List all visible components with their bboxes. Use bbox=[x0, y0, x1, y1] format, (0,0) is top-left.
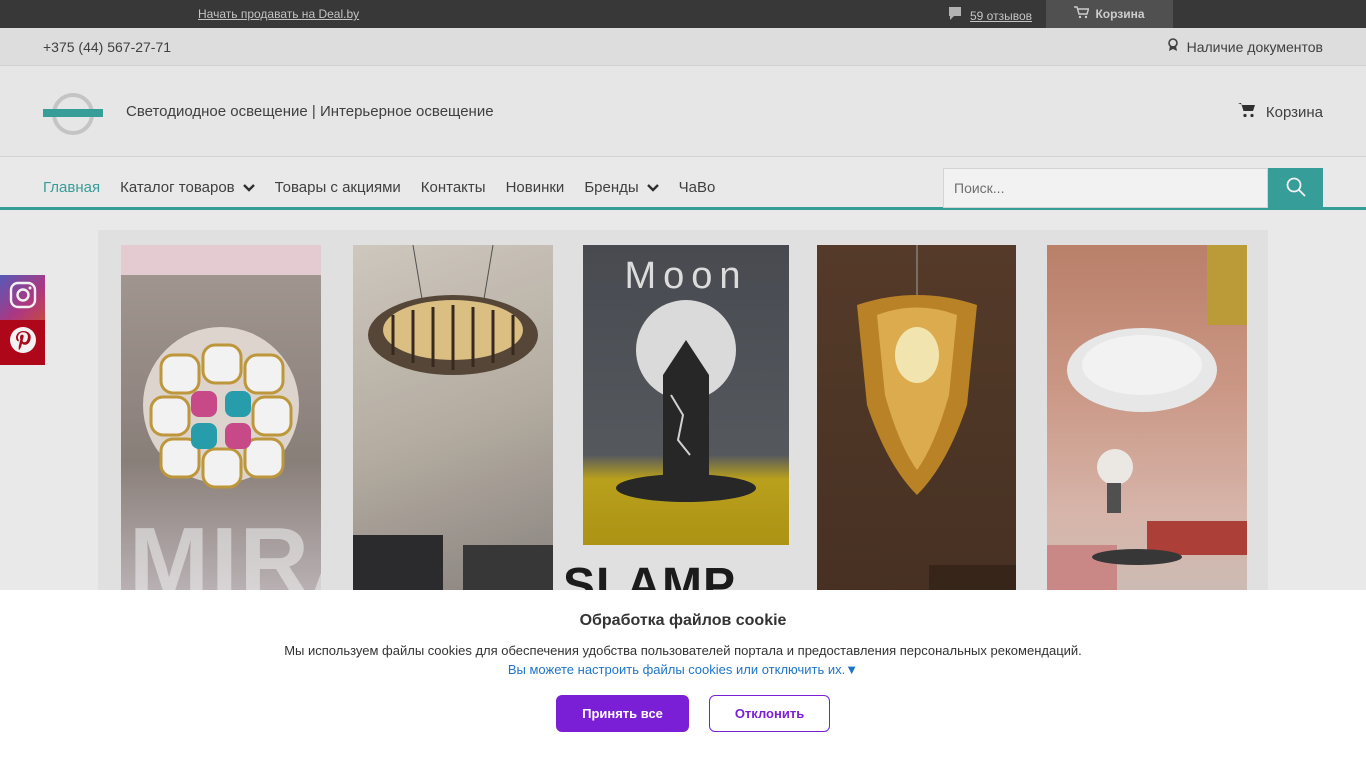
reviews-count: 59 отзывов bbox=[970, 8, 1033, 23]
cart-icon bbox=[1237, 102, 1256, 122]
search-input[interactable] bbox=[943, 168, 1268, 208]
site-tagline: Светодиодное освещение | Интерьерное осв… bbox=[126, 103, 494, 120]
top-bar: Начать продавать на Deal.by 59 отзывов К… bbox=[0, 0, 1366, 28]
banner-panel-chandelier bbox=[353, 245, 553, 605]
chevron-down-icon bbox=[646, 179, 659, 196]
cookie-settings-link[interactable]: Вы можете настроить файлы cookies или от… bbox=[0, 662, 1366, 677]
nav-item-promotions[interactable]: Товары с акциями bbox=[275, 179, 401, 196]
info-bar: +375 (44) 567-27-71 Наличие документов bbox=[0, 28, 1366, 66]
cookie-title: Обработка файлов cookie bbox=[579, 612, 787, 629]
chat-bubble-icon bbox=[948, 6, 962, 25]
banner-panel-mira: MIRA bbox=[121, 245, 321, 605]
nav-item-brands[interactable]: Бренды bbox=[584, 179, 659, 196]
nav-item-catalog[interactable]: Каталог товаров bbox=[120, 179, 255, 196]
nav-label: Каталог товаров bbox=[120, 179, 235, 196]
badge-icon bbox=[1167, 38, 1179, 55]
accept-all-button[interactable]: Принять все bbox=[556, 695, 689, 732]
instagram-button[interactable] bbox=[0, 275, 45, 320]
nav-label: Главная bbox=[43, 179, 101, 196]
search-form bbox=[943, 168, 1323, 208]
search-button[interactable] bbox=[1268, 168, 1323, 208]
cart-outline-icon bbox=[1074, 6, 1090, 22]
decline-button[interactable]: Отклонить bbox=[709, 695, 830, 732]
banner-panel-pink-room bbox=[1047, 245, 1247, 605]
main-navigation: Главная Каталог товаров Товары с акциями… bbox=[0, 157, 1366, 210]
nav-label: ЧаВо bbox=[678, 179, 716, 196]
search-icon bbox=[1286, 177, 1306, 200]
header-cart-label: Корзина bbox=[1265, 103, 1323, 121]
instagram-icon bbox=[9, 281, 37, 314]
site-header: Светодиодное освещение | Интерьерное осв… bbox=[0, 66, 1366, 157]
nav-label: Бренды bbox=[584, 179, 639, 196]
start-selling-link[interactable]: Начать продавать на Deal.by bbox=[198, 7, 359, 21]
nav-label: Контакты bbox=[420, 179, 486, 196]
cookie-message: Мы используем файлы cookies для обеспече… bbox=[284, 643, 1082, 658]
social-sidebar bbox=[0, 275, 45, 365]
hero-banner[interactable]: MIRA Moon SLAMP bbox=[98, 230, 1268, 610]
header-cart-button[interactable]: Корзина bbox=[1237, 102, 1323, 122]
nav-item-contacts[interactable]: Контакты bbox=[421, 179, 486, 196]
phone-number[interactable]: +375 (44) 567-27-71 bbox=[43, 39, 171, 55]
top-cart-label: Корзина bbox=[1095, 7, 1145, 21]
reviews-link[interactable]: 59 отзывов bbox=[948, 6, 1032, 25]
documents-label: Наличие документов bbox=[1186, 38, 1323, 55]
nav-item-home[interactable]: Главная bbox=[43, 179, 100, 196]
cookie-consent-panel: Обработка файлов cookie Мы используем фа… bbox=[0, 590, 1366, 768]
pinterest-icon bbox=[9, 326, 37, 359]
nav-item-new[interactable]: Новинки bbox=[506, 179, 565, 196]
pinterest-button[interactable] bbox=[0, 320, 45, 365]
top-cart-button[interactable]: Корзина bbox=[1046, 0, 1173, 28]
nav-label: Товары с акциями bbox=[274, 179, 401, 196]
site-logo[interactable] bbox=[43, 92, 103, 136]
nav-item-faq[interactable]: ЧаВо bbox=[679, 179, 716, 196]
banner-panel-moon: Moon bbox=[583, 245, 789, 545]
chevron-down-icon bbox=[242, 179, 255, 196]
banner-text-moon: Moon bbox=[624, 255, 748, 297]
nav-label: Новинки bbox=[505, 179, 565, 196]
banner-panel-gold-lamp bbox=[817, 245, 1016, 605]
documents-link[interactable]: Наличие документов bbox=[1167, 38, 1323, 55]
